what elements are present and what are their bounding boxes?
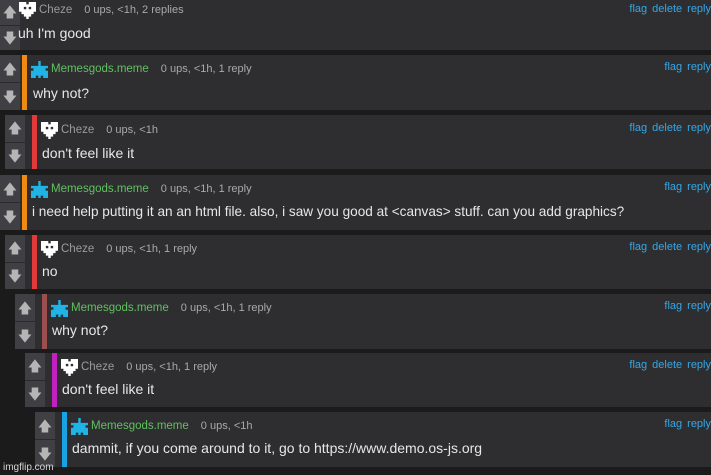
flag-link[interactable]: flag bbox=[629, 241, 647, 253]
comment-meta: 0 ups, <1h, 1 reply bbox=[160, 63, 252, 75]
comment-text: why not? bbox=[52, 322, 109, 338]
comment-text: no bbox=[42, 263, 58, 279]
reply-link[interactable]: reply bbox=[687, 181, 711, 193]
flag-link[interactable]: flag bbox=[664, 181, 682, 193]
reply-link[interactable]: reply bbox=[687, 418, 711, 430]
downvote-arrow-icon[interactable]: 🡇 bbox=[25, 380, 45, 407]
username[interactable]: Cheze bbox=[81, 361, 114, 373]
vote-column: 🡅 🡇 bbox=[15, 294, 35, 349]
vote-column: 🡅 🡇 bbox=[25, 353, 45, 407]
username[interactable]: Cheze bbox=[61, 243, 94, 255]
vote-column: 🡅 🡇 bbox=[0, 175, 20, 230]
username[interactable]: Memesgods.meme bbox=[71, 302, 169, 314]
heart-pixel-avatar-icon bbox=[19, 1, 36, 19]
downvote-arrow-icon[interactable]: 🡇 bbox=[0, 83, 20, 110]
flag-link[interactable]: flag bbox=[629, 359, 647, 371]
thread-bar bbox=[42, 294, 47, 349]
flag-link[interactable]: flag bbox=[629, 3, 647, 15]
comment: 🡅 🡇 Cheze 0 ups, <1h flag delete reply d… bbox=[5, 115, 711, 169]
comment-meta: 0 ups, <1h bbox=[106, 124, 158, 136]
delete-link[interactable]: delete bbox=[652, 3, 682, 15]
downvote-arrow-icon[interactable]: 🡇 bbox=[5, 142, 25, 169]
comment: 🡅 🡇 Cheze 0 ups, <1h, 1 reply flag delet… bbox=[25, 353, 711, 407]
thread-bar bbox=[22, 175, 27, 230]
reply-link[interactable]: reply bbox=[687, 300, 711, 312]
delete-link[interactable]: delete bbox=[652, 122, 682, 134]
flag-link[interactable]: flag bbox=[664, 418, 682, 430]
username[interactable]: Memesgods.meme bbox=[51, 63, 149, 75]
thread-bar bbox=[22, 55, 27, 110]
comment: 🡅 🡇 Memesgods.meme 0 ups, <1h flag reply… bbox=[35, 412, 711, 467]
comment-meta: 0 ups, <1h bbox=[200, 420, 253, 432]
upvote-arrow-icon[interactable]: 🡅 bbox=[25, 353, 45, 381]
watermark: imgflip.com bbox=[3, 462, 54, 473]
username[interactable]: Cheze bbox=[61, 124, 94, 136]
reply-link[interactable]: reply bbox=[687, 61, 711, 73]
flag-link[interactable]: flag bbox=[664, 300, 682, 312]
comment: 🡅 🡇 Memesgods.meme 0 ups, <1h, 1 reply f… bbox=[15, 294, 711, 349]
comment-meta: 0 ups, <1h, 2 replies bbox=[84, 4, 184, 16]
thread-bar bbox=[32, 115, 37, 169]
upvote-arrow-icon[interactable]: 🡅 bbox=[5, 115, 25, 143]
comment-meta: 0 ups, <1h, 1 reply bbox=[180, 302, 272, 314]
vote-column: 🡅 🡇 bbox=[5, 235, 25, 289]
comment: 🡅 🡇 Memesgods.meme 0 ups, <1h, 1 reply f… bbox=[0, 175, 711, 230]
downvote-arrow-icon[interactable]: 🡇 bbox=[0, 25, 20, 50]
comment-text: i need help putting it an an html file. … bbox=[32, 204, 625, 219]
comment-meta: 0 ups, <1h, 1 reply bbox=[126, 361, 218, 373]
cross-pixel-avatar-icon bbox=[31, 180, 48, 198]
vote-column: 🡅 🡇 bbox=[0, 55, 20, 110]
comment-meta: 0 ups, <1h, 1 reply bbox=[106, 243, 198, 255]
cross-pixel-avatar-icon bbox=[51, 299, 68, 317]
thread-bar bbox=[32, 235, 37, 289]
cross-pixel-avatar-icon bbox=[71, 417, 88, 435]
upvote-arrow-icon[interactable]: 🡅 bbox=[15, 294, 35, 322]
downvote-arrow-icon[interactable]: 🡇 bbox=[5, 262, 25, 289]
reply-link[interactable]: reply bbox=[687, 122, 711, 134]
comment-meta: 0 ups, <1h, 1 reply bbox=[160, 183, 252, 195]
comment: 🡅 🡇 Cheze 0 ups, <1h, 2 replies flag del… bbox=[0, 0, 711, 50]
downvote-arrow-icon[interactable]: 🡇 bbox=[15, 322, 35, 349]
comment-text: don't feel like it bbox=[62, 381, 155, 397]
comment-text: why not? bbox=[33, 85, 90, 101]
upvote-arrow-icon[interactable]: 🡅 bbox=[0, 0, 20, 26]
upvote-arrow-icon[interactable]: 🡅 bbox=[0, 55, 20, 83]
thread-bar bbox=[62, 412, 67, 467]
comment-text: dammit, if you come around to it, go to … bbox=[72, 440, 483, 456]
reply-link[interactable]: reply bbox=[687, 3, 711, 15]
flag-link[interactable]: flag bbox=[664, 61, 682, 73]
username[interactable]: Cheze bbox=[39, 4, 72, 16]
heart-pixel-avatar-icon bbox=[41, 240, 58, 258]
heart-pixel-avatar-icon bbox=[41, 121, 58, 139]
cross-pixel-avatar-icon bbox=[31, 60, 48, 78]
heart-pixel-avatar-icon bbox=[61, 358, 78, 376]
comment-text: don't feel like it bbox=[42, 145, 135, 161]
downvote-arrow-icon[interactable]: 🡇 bbox=[0, 203, 20, 230]
comment: 🡅 🡇 Cheze 0 ups, <1h, 1 reply flag delet… bbox=[5, 235, 711, 289]
vote-column: 🡅 🡇 bbox=[0, 0, 20, 50]
upvote-arrow-icon[interactable]: 🡅 bbox=[35, 412, 55, 440]
vote-column: 🡅 🡇 bbox=[5, 115, 25, 169]
username[interactable]: Memesgods.meme bbox=[91, 420, 189, 432]
vote-column: 🡅 🡇 bbox=[35, 412, 55, 467]
comment-text: uh I'm good bbox=[18, 25, 91, 41]
comment: 🡅 🡇 Memesgods.meme 0 ups, <1h, 1 reply f… bbox=[0, 55, 711, 110]
username[interactable]: Memesgods.meme bbox=[51, 183, 149, 195]
thread-bar bbox=[52, 353, 57, 407]
delete-link[interactable]: delete bbox=[652, 241, 682, 253]
delete-link[interactable]: delete bbox=[652, 359, 682, 371]
reply-link[interactable]: reply bbox=[687, 241, 711, 253]
flag-link[interactable]: flag bbox=[629, 122, 647, 134]
upvote-arrow-icon[interactable]: 🡅 bbox=[0, 175, 20, 203]
upvote-arrow-icon[interactable]: 🡅 bbox=[5, 235, 25, 263]
reply-link[interactable]: reply bbox=[687, 359, 711, 371]
